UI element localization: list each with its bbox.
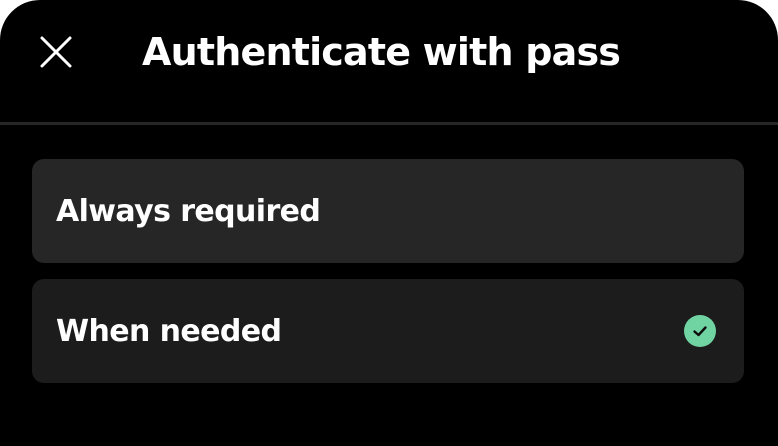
dialog-header: Authenticate with pass… xyxy=(0,0,778,122)
authentication-dialog: Authenticate with pass… Always required … xyxy=(0,0,778,446)
dialog-title: Authenticate with pass… xyxy=(142,30,622,74)
header-divider xyxy=(0,122,778,125)
close-button[interactable] xyxy=(32,28,80,76)
option-label: Always required xyxy=(56,193,321,229)
option-always-required[interactable]: Always required xyxy=(32,159,744,263)
close-icon xyxy=(40,36,72,68)
option-label: When needed xyxy=(56,313,282,349)
check-circle-icon xyxy=(684,315,716,347)
option-when-needed[interactable]: When needed xyxy=(32,279,744,383)
